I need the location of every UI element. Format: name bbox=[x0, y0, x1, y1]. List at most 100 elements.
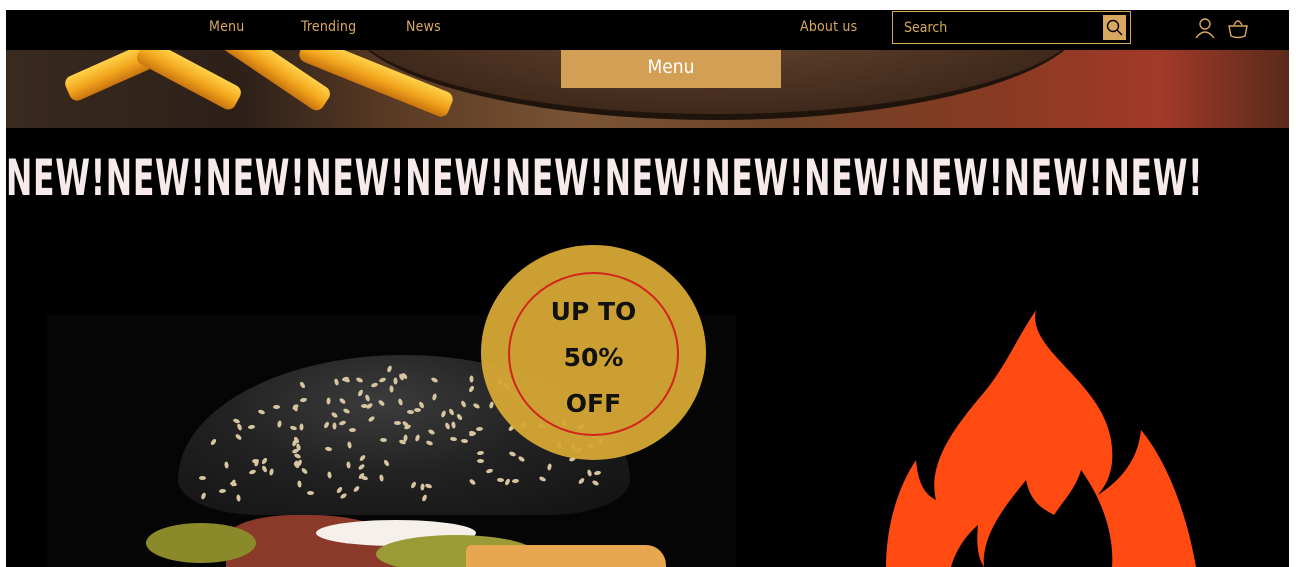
sesame-seed bbox=[406, 409, 415, 415]
search-input[interactable] bbox=[893, 12, 1098, 43]
sesame-seed bbox=[382, 459, 390, 468]
nav-link-about-us[interactable]: About us bbox=[800, 18, 857, 36]
sesame-seed bbox=[504, 477, 511, 486]
sesame-seed bbox=[342, 407, 351, 415]
sesame-seed bbox=[496, 477, 504, 482]
sesame-seed bbox=[402, 434, 408, 442]
sesame-seed bbox=[330, 411, 339, 420]
sesame-seed bbox=[444, 422, 451, 431]
sesame-seed bbox=[460, 399, 467, 408]
fry bbox=[134, 50, 244, 113]
sesame-seed bbox=[338, 397, 347, 406]
badge-text: UP TO 50% OFF bbox=[481, 289, 706, 427]
badge-line-3: OFF bbox=[565, 389, 622, 418]
sesame-seed bbox=[512, 478, 520, 483]
sesame-seed bbox=[361, 403, 369, 408]
burger-pickle bbox=[146, 523, 256, 563]
marquee-text: NEW!NEW!NEW!NEW!NEW!NEW!NEW!NEW!NEW!NEW!… bbox=[6, 149, 1204, 207]
sesame-seed bbox=[355, 377, 364, 384]
sesame-seed bbox=[296, 458, 304, 467]
sesame-seed bbox=[327, 471, 333, 479]
sesame-seed bbox=[451, 421, 457, 429]
nav-link-news[interactable]: News bbox=[406, 18, 441, 36]
sesame-seed bbox=[323, 421, 331, 430]
sesame-seed bbox=[517, 455, 526, 463]
sesame-seed bbox=[472, 402, 481, 409]
sesame-seed bbox=[247, 424, 255, 430]
sesame-seed bbox=[377, 399, 386, 408]
search-button[interactable] bbox=[1103, 15, 1126, 40]
account-button[interactable] bbox=[1193, 16, 1217, 40]
sesame-seed bbox=[248, 469, 257, 476]
menu-banner[interactable]: Menu bbox=[561, 50, 781, 88]
sesame-seed bbox=[508, 450, 517, 458]
sesame-seed bbox=[421, 493, 429, 502]
sesame-seed bbox=[268, 468, 274, 477]
page: Menu Trending News About us Search Menu … bbox=[6, 10, 1289, 567]
top-nav: Menu Trending News About us bbox=[6, 10, 1289, 50]
sesame-seed bbox=[332, 422, 337, 430]
sesame-seed bbox=[378, 474, 384, 482]
sesame-seed bbox=[485, 468, 494, 475]
discount-badge: UP TO 50% OFF bbox=[481, 245, 706, 460]
sesame-seed bbox=[345, 461, 351, 469]
sesame-seed bbox=[460, 438, 468, 444]
sesame-seed bbox=[199, 492, 207, 501]
sesame-seed bbox=[352, 485, 361, 493]
sesame-seed bbox=[468, 375, 474, 383]
sesame-seed bbox=[468, 478, 477, 486]
sesame-seed bbox=[427, 428, 436, 436]
sesame-seed bbox=[440, 409, 447, 418]
hero-image: Menu bbox=[6, 50, 1289, 128]
sesame-seed bbox=[364, 394, 371, 402]
sesame-seed bbox=[409, 480, 417, 489]
sesame-seed bbox=[359, 454, 367, 463]
sesame-seed bbox=[360, 475, 368, 482]
sesame-seed bbox=[257, 408, 266, 415]
sesame-seed bbox=[296, 480, 302, 488]
nav-link-menu[interactable]: Menu bbox=[209, 18, 244, 36]
sesame-seed bbox=[449, 436, 458, 442]
sesame-seed bbox=[401, 419, 409, 428]
sesame-seed bbox=[223, 461, 229, 470]
sesame-seed bbox=[235, 423, 243, 432]
sesame-seed bbox=[447, 408, 455, 417]
search-icon bbox=[1106, 19, 1123, 36]
sesame-seed bbox=[333, 378, 339, 387]
sesame-seed bbox=[298, 380, 306, 389]
basket-button[interactable] bbox=[1226, 16, 1250, 40]
sesame-seed bbox=[430, 376, 439, 384]
sesame-seed bbox=[378, 377, 387, 384]
search-box bbox=[892, 11, 1131, 44]
badge-line-1: UP TO bbox=[550, 297, 637, 326]
sesame-seed bbox=[357, 388, 365, 397]
sesame-seed bbox=[349, 427, 357, 432]
sesame-seed bbox=[346, 441, 352, 449]
sesame-seed bbox=[235, 494, 241, 502]
nav-link-trending[interactable]: Trending bbox=[301, 18, 356, 36]
sesame-seed bbox=[397, 397, 404, 406]
sesame-seed bbox=[386, 365, 393, 374]
sesame-seed bbox=[342, 376, 351, 383]
sesame-seed bbox=[358, 462, 366, 471]
sesame-seed bbox=[546, 462, 552, 471]
sesame-seed bbox=[339, 492, 348, 500]
burger-cheese bbox=[466, 545, 666, 567]
flame-icon bbox=[886, 310, 1196, 567]
sesame-seed bbox=[425, 439, 434, 446]
sesame-seed bbox=[291, 447, 300, 454]
sesame-seed bbox=[370, 381, 379, 388]
sesame-seed bbox=[468, 385, 476, 394]
sesame-seed bbox=[338, 420, 347, 427]
sesame-seed bbox=[593, 470, 602, 476]
sesame-seed bbox=[477, 458, 485, 464]
sesame-seed bbox=[388, 385, 394, 393]
sesame-seed bbox=[577, 476, 586, 485]
sesame-seed bbox=[261, 456, 269, 465]
sesame-seed bbox=[299, 397, 307, 403]
new-marquee: NEW!NEW!NEW!NEW!NEW!NEW!NEW!NEW!NEW!NEW!… bbox=[6, 146, 1289, 216]
sesame-seed bbox=[289, 424, 298, 431]
sesame-seed bbox=[272, 405, 280, 410]
sesame-seed bbox=[424, 483, 433, 489]
sesame-seed bbox=[325, 396, 331, 405]
